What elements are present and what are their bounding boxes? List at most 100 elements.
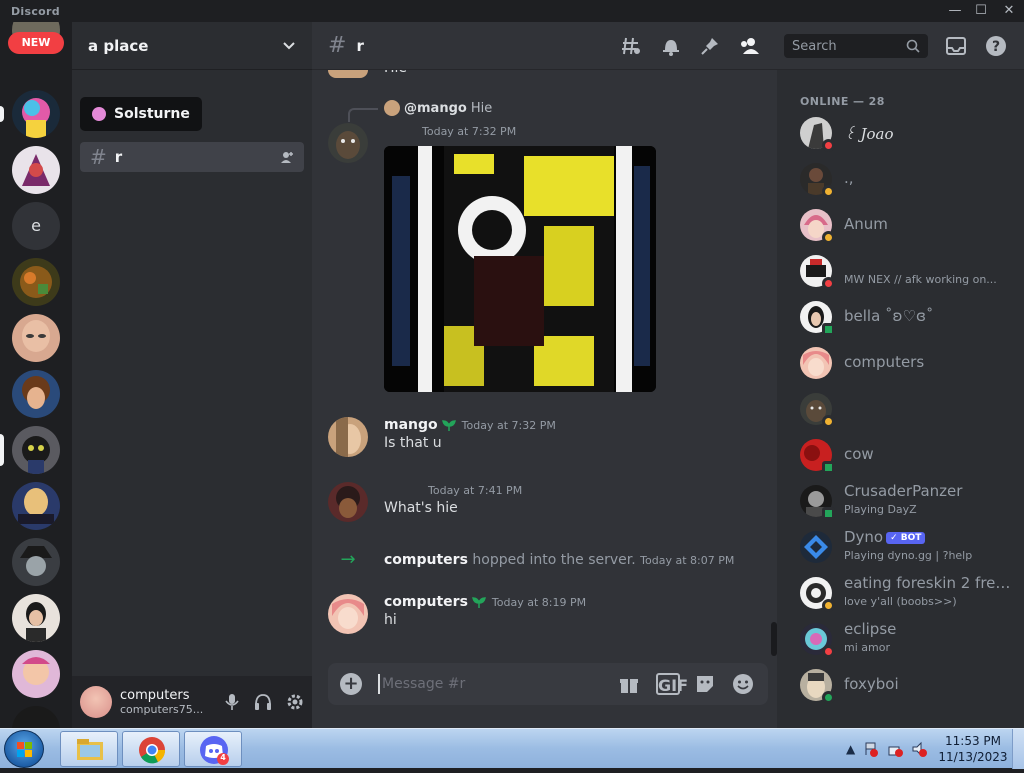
message-text: Is that u — [384, 435, 442, 451]
message: computers Today at 8:19 PM hi — [328, 594, 768, 634]
message-composer[interactable]: + Message #r GIF — [328, 663, 768, 705]
microphone-icon[interactable] — [224, 693, 240, 711]
add-member-icon[interactable] — [280, 150, 294, 164]
member-item[interactable]: CrusaderPanzer Playing DayZ — [800, 480, 1020, 522]
member-item[interactable]: eclipse mi amor — [800, 618, 1020, 660]
server-icon-solsturne[interactable] — [12, 90, 60, 138]
text-caret — [378, 674, 380, 694]
avatar[interactable] — [328, 417, 368, 457]
avatar — [800, 393, 835, 428]
channel-name: r — [114, 148, 123, 166]
avatar — [800, 577, 835, 612]
server-icon[interactable] — [12, 258, 60, 306]
sprout-icon — [472, 597, 486, 608]
member-name-text: Dyno — [844, 528, 884, 546]
search-placeholder: Search — [792, 38, 837, 54]
avatar — [800, 347, 832, 379]
member-item[interactable]: Dyno ✓ BOT Playing dyno.gg | ?help — [800, 526, 1020, 568]
avatar[interactable] — [80, 686, 112, 718]
sprout-icon — [441, 420, 456, 431]
emoji-icon[interactable] — [732, 673, 756, 695]
show-desktop-button[interactable] — [1012, 729, 1024, 769]
member-list-icon[interactable] — [739, 36, 759, 56]
server-icon[interactable] — [12, 426, 60, 474]
member-item[interactable]: bella ˚ʚ♡ɞ˚ — [800, 296, 1020, 338]
bell-icon[interactable] — [661, 36, 681, 56]
server-icon[interactable] — [12, 706, 60, 728]
member-name: CrusaderPanzer — [844, 482, 963, 500]
server-icon[interactable] — [12, 370, 60, 418]
image-attachment[interactable] — [384, 146, 656, 392]
channel-item-r[interactable]: # r — [80, 142, 304, 172]
member-name: eating foreskin 2 free ... — [844, 574, 1016, 592]
server-icon[interactable] — [12, 146, 60, 194]
system-clock[interactable]: 11:53 PM 11/13/2023 — [938, 733, 1008, 765]
hash-icon: # — [328, 33, 347, 58]
minimize-button[interactable]: — — [944, 2, 966, 20]
member-item[interactable]: eating foreskin 2 free ... love y'all (b… — [800, 572, 1020, 614]
avatar — [800, 255, 835, 290]
avatar — [800, 117, 835, 152]
reply-user: @mango — [404, 100, 467, 116]
member-name: cow — [844, 445, 874, 463]
folder-icon — [77, 739, 103, 760]
action-center-icon[interactable] — [863, 741, 879, 757]
system-user[interactable]: computers — [384, 552, 468, 568]
close-button[interactable]: ✕ — [998, 2, 1020, 20]
member-name: ., — [844, 169, 854, 187]
server-icon[interactable] — [12, 650, 60, 698]
start-button[interactable] — [4, 730, 44, 768]
taskbar-discord[interactable]: 4 — [184, 731, 242, 767]
volume-icon[interactable] — [911, 741, 928, 757]
gif-button[interactable]: GIF — [656, 673, 688, 695]
dm-e[interactable]: e — [12, 202, 60, 250]
member-name: computers — [844, 353, 925, 371]
message-author[interactable]: computers — [384, 594, 468, 610]
search-input[interactable]: Search — [784, 34, 928, 58]
avatar[interactable] — [328, 594, 368, 634]
member-item[interactable]: Anum — [800, 204, 1020, 246]
status-dnd-icon — [822, 139, 835, 152]
pin-icon[interactable] — [700, 36, 720, 56]
add-attachment-button[interactable]: + — [340, 673, 362, 695]
gear-icon[interactable] — [286, 693, 304, 711]
sticker-icon[interactable] — [694, 673, 718, 695]
reply-preview[interactable]: @mango Hie — [384, 100, 492, 116]
headphones-icon[interactable] — [254, 693, 272, 711]
avatar — [800, 439, 835, 474]
user-panel: computers computers75... — [72, 676, 312, 728]
avatar[interactable] — [328, 482, 368, 522]
tray-expand-icon[interactable]: ▲ — [846, 742, 855, 756]
join-arrow-icon: → — [340, 549, 356, 570]
status-dnd-icon — [822, 277, 835, 290]
taskbar-explorer[interactable] — [60, 731, 118, 767]
message: Today at 7:32 PM — [328, 123, 768, 163]
member-item[interactable]: ꒰ Joao — [800, 112, 1020, 154]
network-icon[interactable] — [887, 741, 904, 757]
message-author[interactable]: mango — [384, 417, 438, 433]
gift-icon[interactable] — [618, 673, 642, 695]
server-header[interactable]: a place — [72, 22, 312, 70]
avatar — [800, 485, 835, 520]
server-icon[interactable] — [12, 594, 60, 642]
member-item[interactable] — [800, 388, 1020, 430]
maximize-button[interactable]: ☐ — [970, 2, 992, 20]
avatar[interactable] — [328, 70, 368, 78]
status-idle-icon — [822, 415, 835, 428]
threads-icon[interactable] — [622, 36, 642, 56]
server-icon[interactable] — [12, 314, 60, 362]
member-item[interactable]: computers — [800, 342, 1020, 384]
taskbar-chrome[interactable] — [122, 731, 180, 767]
message-input[interactable]: Message #r — [382, 676, 465, 692]
member-item[interactable]: cow — [800, 434, 1020, 476]
message-text: What's hie — [384, 500, 458, 516]
avatar[interactable] — [328, 123, 368, 163]
member-item[interactable]: MW NEX // afk working on... — [800, 250, 1020, 292]
help-icon[interactable]: ? — [984, 34, 1008, 58]
server-icon[interactable] — [12, 482, 60, 530]
member-item[interactable]: ., — [800, 158, 1020, 200]
inbox-icon[interactable] — [944, 34, 968, 58]
server-icon[interactable] — [12, 538, 60, 586]
avatar — [800, 531, 832, 563]
member-item[interactable]: foxyboi — [800, 664, 1020, 706]
